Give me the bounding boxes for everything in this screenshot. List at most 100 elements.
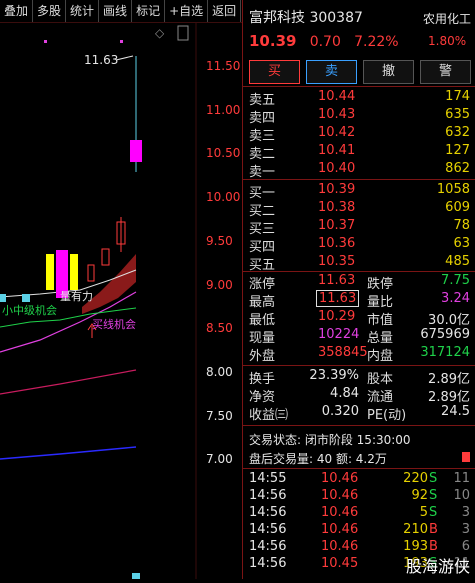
stock-name: 富邦科技	[249, 10, 305, 26]
float-label: 流通	[367, 390, 394, 405]
back-button[interactable]: 返回	[208, 0, 242, 22]
diamond-icon: ◇	[155, 26, 165, 40]
y-tick: 10.00	[206, 190, 240, 204]
ask-price: 10.44	[318, 89, 356, 104]
kline-chart[interactable]: 11.50 11.00 10.50 10.00 9.50 9.00 8.50 8…	[0, 22, 242, 579]
limit-up-value: 11.63	[318, 273, 356, 288]
sector-name[interactable]: 农用化工	[423, 10, 471, 27]
bid-volume: 63	[453, 236, 470, 251]
bid-volume: 1058	[436, 182, 470, 197]
pattern-label: 量有力	[60, 289, 93, 303]
candle	[46, 254, 54, 290]
draw-line-button[interactable]: 画线	[99, 0, 133, 22]
bid-price: 10.38	[318, 200, 356, 215]
last-price: 10.39	[249, 32, 297, 50]
net-assets-value: 4.84	[330, 386, 359, 401]
ask-label: 卖一	[249, 165, 276, 180]
price-change: 0.70	[309, 34, 341, 50]
alert-button[interactable]: 警	[420, 60, 471, 84]
sell-button[interactable]: 卖	[306, 60, 357, 84]
outer-volume-value: 358845	[318, 345, 368, 360]
kline-svg: 11.50 11.00 10.50 10.00 9.50 9.00 8.50 8…	[0, 22, 240, 579]
ask-volume: 127	[445, 143, 470, 158]
bid-row[interactable]: 买五 10.35 485	[243, 253, 475, 273]
ask-price: 10.40	[318, 161, 356, 176]
ask-volume: 174	[445, 89, 470, 104]
ask-row[interactable]: 卖一 10.40 862	[243, 160, 475, 180]
mark-button[interactable]: 标记	[132, 0, 166, 22]
high-price-label: 11.63	[84, 53, 118, 67]
tick-row[interactable]: 14:55 10.46 220 S 11	[243, 471, 475, 488]
candle	[70, 254, 78, 290]
net-assets-label: 净资	[249, 390, 276, 405]
buy-label: 买线机会	[92, 317, 136, 331]
y-tick: 11.50	[206, 59, 240, 73]
divider	[243, 365, 475, 366]
watermark: 股海游侠	[405, 557, 470, 576]
price-line: 10.39 0.70 7.22%	[249, 32, 407, 50]
bid-row[interactable]: 买三 10.37 78	[243, 217, 475, 237]
cancel-order-button[interactable]: 撤	[363, 60, 414, 84]
candle	[22, 294, 30, 302]
high-arrow	[115, 55, 134, 61]
ask-row[interactable]: 卖五 10.44 174	[243, 88, 475, 108]
current-volume-label: 现量	[249, 331, 276, 346]
overlay-button[interactable]: 叠加	[0, 0, 34, 22]
pe-value: 24.5	[441, 404, 470, 419]
tick-row[interactable]: 14:56 10.46 5 S 3	[243, 505, 475, 522]
bid-price: 10.36	[318, 236, 356, 251]
bid-row[interactable]: 买一 10.39 1058	[243, 181, 475, 201]
candle	[101, 248, 110, 266]
ask-volume: 862	[445, 161, 470, 176]
sector-pct: 1.80%	[428, 34, 467, 48]
y-tick: 11.00	[206, 103, 240, 117]
volume-ratio-label: 量比	[367, 295, 394, 310]
add-watchlist-button[interactable]: +自选	[165, 0, 209, 22]
buy-button[interactable]: 买	[249, 60, 300, 84]
candle	[87, 264, 95, 282]
ask-row[interactable]: 卖三 10.42 632	[243, 124, 475, 144]
high-value: 11.63	[316, 290, 360, 307]
tick-row[interactable]: 14:56 10.46 92 S 10	[243, 488, 475, 505]
bid-price: 10.37	[318, 218, 356, 233]
y-tick: 9.50	[206, 234, 233, 248]
ask-price: 10.43	[318, 107, 356, 122]
ask-price: 10.41	[318, 143, 356, 158]
turnover-label: 换手	[249, 372, 276, 387]
multi-stock-button[interactable]: 多股	[33, 0, 67, 22]
signal-dot	[44, 40, 47, 43]
divider	[243, 468, 475, 469]
limit-up-label: 涨停	[249, 277, 276, 292]
y-tick: 7.00	[206, 452, 233, 466]
trade-actions: 买 卖 撤 警	[249, 60, 471, 84]
total-volume-value: 675969	[420, 327, 470, 342]
ma-line-crimson	[0, 369, 137, 395]
bid-row[interactable]: 买二 10.38 609	[243, 199, 475, 219]
signal-label: 小中级机会	[2, 303, 57, 317]
divider	[243, 86, 475, 87]
eps-label: 收益㈢	[249, 408, 289, 423]
low-value: 10.29	[318, 309, 356, 324]
current-volume-value: 10224	[318, 327, 360, 342]
bid-price: 10.39	[318, 182, 356, 197]
bid-row[interactable]: 买四 10.36 63	[243, 235, 475, 255]
share-capital-value: 2.89亿	[428, 372, 470, 387]
ask-row[interactable]: 卖四 10.43 635	[243, 106, 475, 126]
stats-button[interactable]: 统计	[66, 0, 100, 22]
price-pct: 7.22%	[354, 34, 399, 50]
high-label: 最高	[249, 295, 276, 310]
ask-row[interactable]: 卖二 10.41 127	[243, 142, 475, 162]
quote-panel: 富邦科技 300387 农用化工 10.39 0.70 7.22% 1.80% …	[242, 0, 475, 579]
limit-down-value: 7.75	[441, 273, 470, 288]
low-label: 最低	[249, 313, 276, 328]
bid-volume: 485	[445, 254, 470, 269]
share-capital-label: 股本	[367, 372, 394, 387]
tick-row[interactable]: 14:56 10.46 210 B 3	[243, 522, 475, 539]
trade-status: 交易状态: 闭市阶段 15:30:00	[249, 433, 411, 447]
volume-bar	[132, 573, 140, 579]
y-tick: 7.50	[206, 409, 233, 423]
y-tick: 8.00	[206, 365, 233, 379]
inner-volume-value: 317124	[420, 345, 470, 360]
volume-ratio-value: 3.24	[441, 291, 470, 306]
signal-dot	[120, 40, 123, 43]
